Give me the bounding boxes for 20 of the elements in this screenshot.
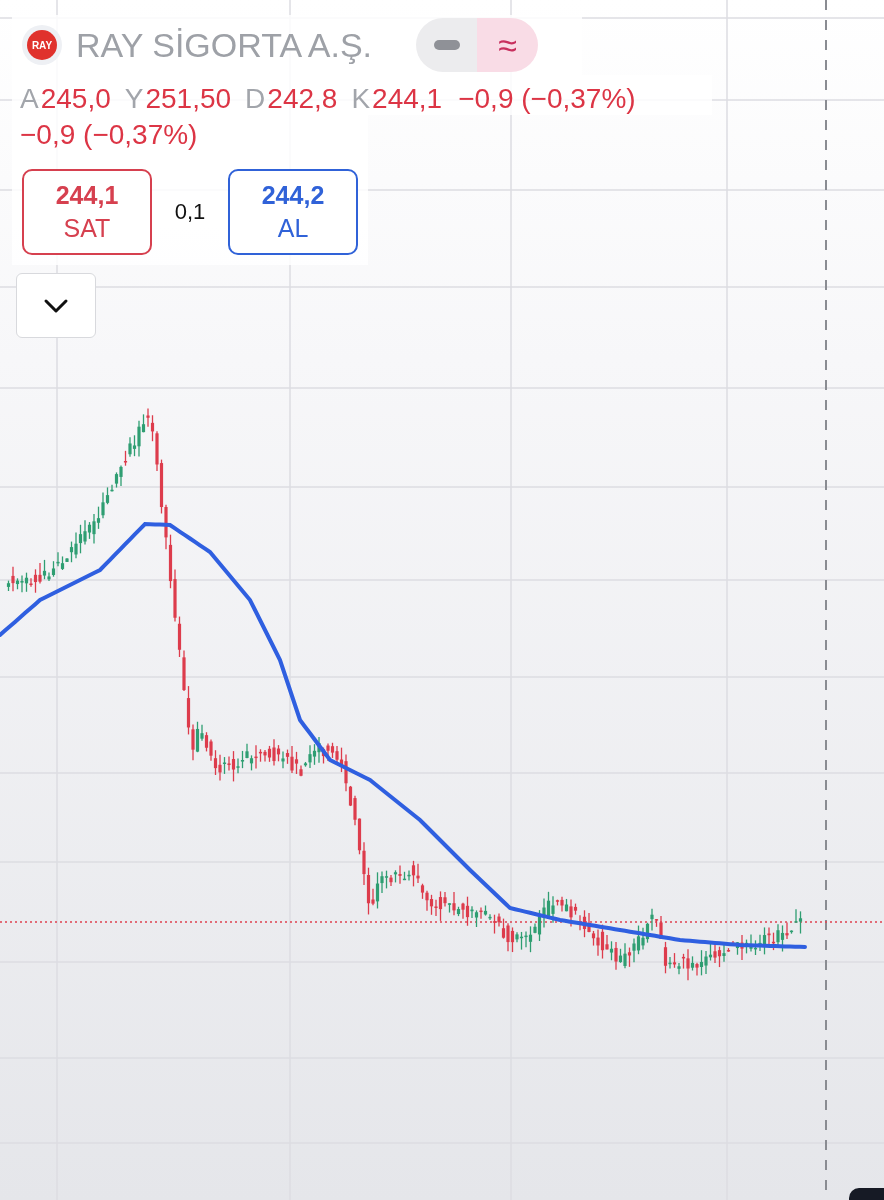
sell-button[interactable]: 244,1 SAT [22, 169, 152, 255]
price-change: −0,9 (−0,37%) [458, 83, 636, 115]
expand-button[interactable] [16, 273, 96, 338]
stat-value: 242,8 [267, 83, 338, 115]
chart-mode-toggle[interactable]: ≈ [477, 18, 539, 72]
dash-icon [433, 40, 460, 50]
stat-label: A [20, 83, 39, 115]
stat-value: 244,1 [372, 83, 443, 115]
company-logo: RAY [22, 25, 62, 65]
chevron-icon [43, 297, 69, 314]
stat-label: Y [124, 83, 144, 115]
stat-value: 251,50 [145, 83, 232, 115]
buy-button[interactable]: 244,2 AL [228, 169, 358, 255]
stat-label: K [351, 83, 371, 115]
chart-mode-toggle[interactable] [416, 18, 478, 72]
stat-value: 245,0 [40, 83, 111, 115]
spread-value: 0,1 [173, 199, 207, 225]
price-change: −0,9 (−0,37%) [12, 115, 368, 155]
stock-title: RAY SİGORTA A.Ş. [76, 25, 373, 65]
stat-label: D [245, 83, 266, 115]
